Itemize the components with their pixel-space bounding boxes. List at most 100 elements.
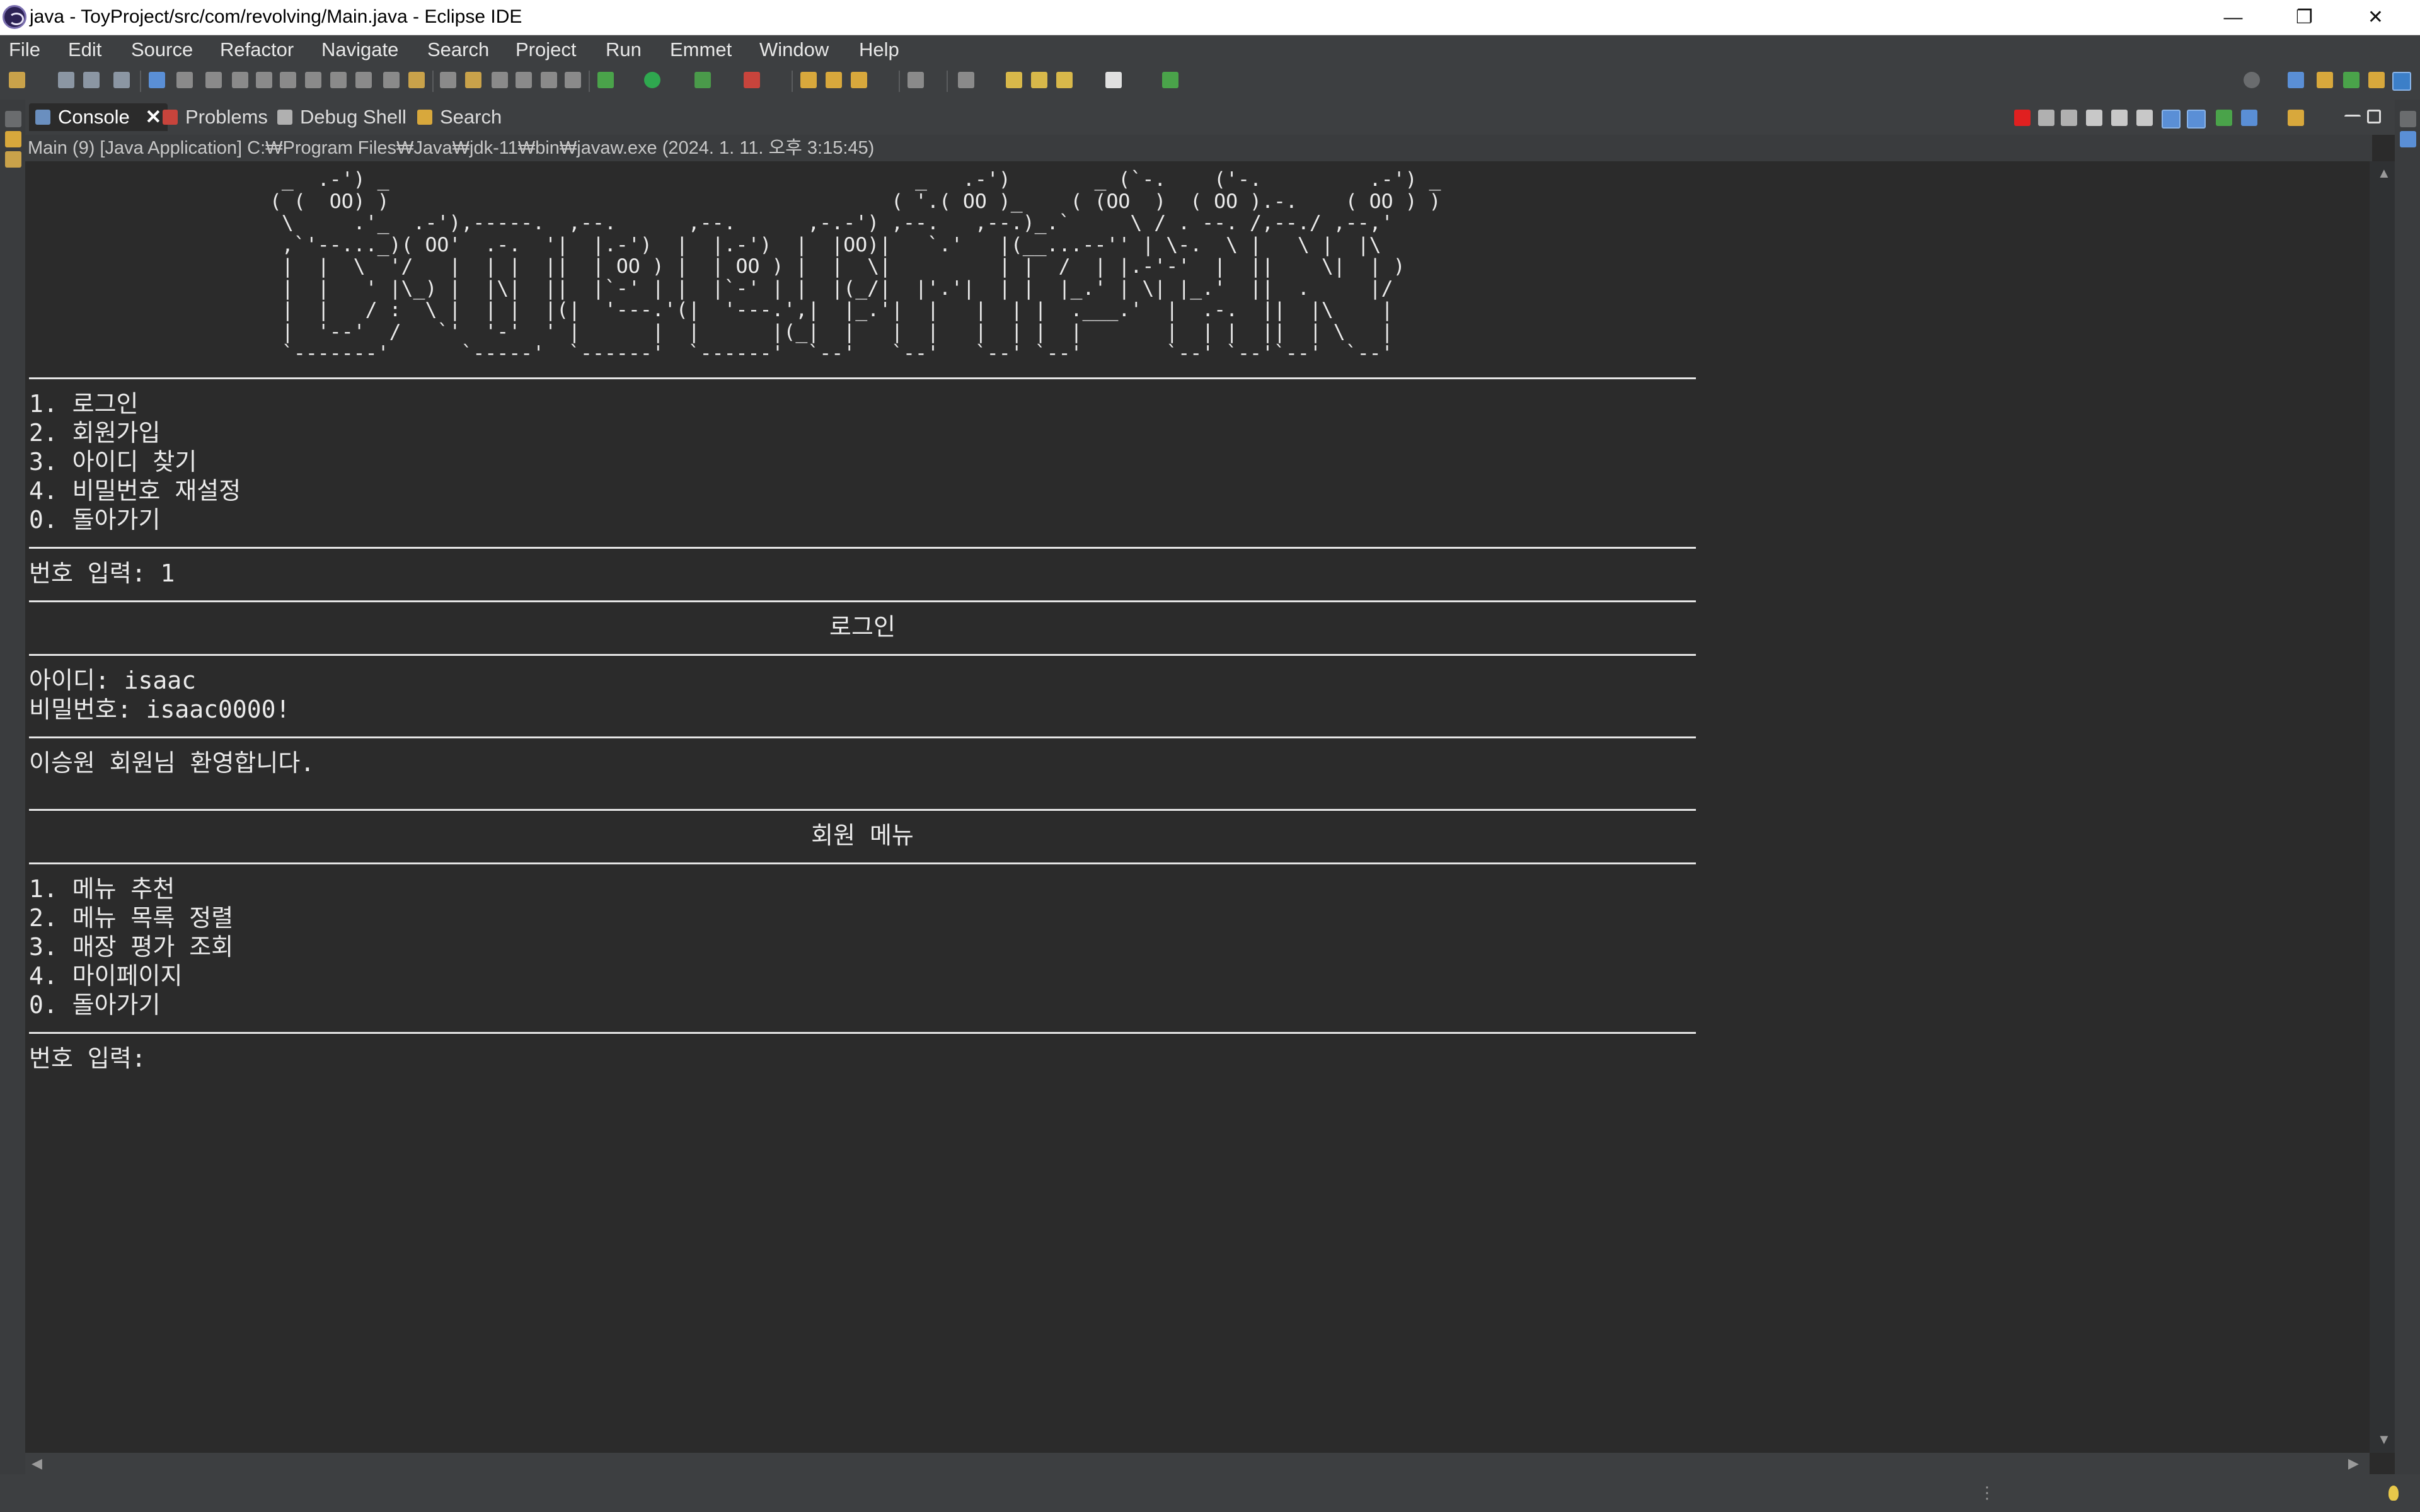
outline-icon[interactable] bbox=[2400, 131, 2416, 147]
search-view-icon bbox=[417, 110, 432, 125]
pin-console-icon[interactable] bbox=[2216, 110, 2232, 126]
menu-edit[interactable]: Edit bbox=[68, 39, 101, 60]
suspend-icon[interactable] bbox=[232, 72, 248, 88]
skip-breakpoints-icon[interactable] bbox=[176, 72, 193, 88]
clear-console-icon[interactable] bbox=[2086, 110, 2102, 126]
restore-button[interactable]: ❐ bbox=[2269, 0, 2340, 35]
java-perspective-icon[interactable] bbox=[2368, 72, 2385, 88]
restore-view-icon[interactable] bbox=[5, 111, 21, 127]
java-ee-perspective-icon[interactable] bbox=[2317, 72, 2333, 88]
open-perspective-icon[interactable] bbox=[2288, 72, 2304, 88]
use-step-filters-icon[interactable] bbox=[408, 72, 425, 88]
console-output[interactable]: _ .-') _ _ .-') _ (`-. ('-. .-') _ ( ( O… bbox=[25, 161, 2370, 1453]
input-prompt: 번호 입력: bbox=[29, 1044, 146, 1072]
vertical-scrollbar[interactable]: ▲ ▼ bbox=[2370, 161, 2395, 1453]
menu-search[interactable]: Search bbox=[427, 39, 489, 60]
scroll-lock-icon[interactable] bbox=[2111, 110, 2128, 126]
scroll-right-icon[interactable]: ▶ bbox=[2348, 1455, 2359, 1472]
new-java-project-icon[interactable] bbox=[800, 72, 817, 88]
run-icon[interactable] bbox=[644, 72, 660, 88]
toggle-breadcrumb-icon[interactable] bbox=[492, 72, 508, 88]
toolbar-separator bbox=[140, 71, 141, 92]
remove-all-icon[interactable] bbox=[2061, 110, 2077, 126]
forward-icon[interactable] bbox=[1105, 72, 1122, 88]
show-console-on-stdout-icon[interactable] bbox=[2162, 110, 2181, 129]
menu-emmet[interactable]: Emmet bbox=[670, 39, 732, 60]
remove-launch-icon[interactable] bbox=[2038, 110, 2054, 126]
back-icon[interactable] bbox=[1056, 72, 1073, 88]
scroll-left-icon[interactable]: ◀ bbox=[32, 1455, 42, 1472]
save-all-icon[interactable] bbox=[83, 72, 100, 88]
menu-navigate[interactable]: Navigate bbox=[321, 39, 398, 60]
package-explorer-icon[interactable] bbox=[5, 131, 21, 147]
separator-line bbox=[29, 377, 1696, 379]
coverage-icon[interactable] bbox=[694, 72, 711, 88]
menu-refactor[interactable]: Refactor bbox=[220, 39, 294, 60]
print-icon[interactable] bbox=[113, 72, 130, 88]
lightbulb-icon[interactable] bbox=[2388, 1486, 2399, 1501]
resume-icon[interactable] bbox=[205, 72, 222, 88]
main-menu-item: 1. 로그인 bbox=[29, 389, 139, 418]
menu-project[interactable]: Project bbox=[516, 39, 576, 60]
eclipse-app-icon[interactable] bbox=[3, 5, 26, 29]
terminate-icon[interactable] bbox=[2014, 110, 2031, 126]
block-selection-icon[interactable] bbox=[516, 72, 532, 88]
right-trim-bar bbox=[2395, 100, 2420, 1486]
word-wrap-icon[interactable] bbox=[2136, 110, 2153, 126]
maximize-icon[interactable] bbox=[2367, 110, 2381, 123]
toggle-mark-occurrences-icon[interactable] bbox=[440, 72, 456, 88]
show-console-on-stderr-icon[interactable] bbox=[2187, 110, 2206, 129]
horizontal-scrollbar[interactable]: ◀ ▶ bbox=[25, 1453, 2370, 1474]
display-console-icon[interactable] bbox=[2241, 110, 2257, 126]
highlight-icon[interactable] bbox=[465, 72, 481, 88]
open-task-icon[interactable] bbox=[908, 72, 924, 88]
open-perspective-icon[interactable] bbox=[1162, 72, 1178, 88]
active-perspective-icon[interactable] bbox=[2392, 72, 2411, 91]
next-annotation-icon[interactable] bbox=[958, 72, 974, 88]
type-hierarchy-icon[interactable] bbox=[5, 151, 21, 168]
menu-help[interactable]: Help bbox=[859, 39, 899, 60]
step-over-icon[interactable] bbox=[330, 72, 347, 88]
open-console-icon[interactable] bbox=[2288, 110, 2304, 126]
close-window-button[interactable]: ✕ bbox=[2340, 0, 2411, 35]
new-class-icon[interactable] bbox=[851, 72, 867, 88]
previous-edit-location-icon[interactable] bbox=[1006, 72, 1022, 88]
show-whitespace-icon[interactable] bbox=[565, 72, 581, 88]
drop-to-frame-icon[interactable] bbox=[383, 72, 400, 88]
separator-line bbox=[29, 862, 1696, 864]
login-header: 로그인 bbox=[829, 612, 896, 641]
debug-icon[interactable] bbox=[597, 72, 614, 88]
toolbar-separator bbox=[792, 71, 793, 92]
disconnect-icon[interactable] bbox=[280, 72, 296, 88]
tab-search[interactable]: Search bbox=[411, 103, 508, 131]
scroll-up-icon[interactable]: ▲ bbox=[2377, 165, 2391, 181]
menu-source[interactable]: Source bbox=[131, 39, 193, 60]
member-menu-item: 3. 매장 평가 조회 bbox=[29, 932, 234, 961]
input-prompt: 번호 입력: 1 bbox=[29, 559, 175, 587]
open-type-icon[interactable] bbox=[149, 72, 165, 88]
tab-debug-shell[interactable]: Debug Shell bbox=[271, 103, 413, 131]
minimize-button[interactable]: — bbox=[2198, 0, 2269, 35]
step-return-icon[interactable] bbox=[355, 72, 372, 88]
new-package-icon[interactable] bbox=[826, 72, 842, 88]
tab-problems[interactable]: Problems bbox=[156, 103, 274, 131]
external-tools-icon[interactable] bbox=[744, 72, 760, 88]
main-menu-item: 3. 아이디 찾기 bbox=[29, 447, 197, 476]
step-into-icon[interactable] bbox=[305, 72, 321, 88]
restore-view-icon[interactable] bbox=[2400, 111, 2416, 127]
menu-file[interactable]: File bbox=[9, 39, 40, 60]
last-edit-location-icon[interactable] bbox=[1031, 72, 1047, 88]
status-bar: ⋮ bbox=[0, 1474, 2420, 1512]
menu-window[interactable]: Window bbox=[759, 39, 829, 60]
minimize-icon[interactable] bbox=[2344, 115, 2361, 120]
stop-icon[interactable] bbox=[256, 72, 272, 88]
left-trim-bar bbox=[0, 100, 25, 1486]
save-icon[interactable] bbox=[58, 72, 74, 88]
new-icon[interactable] bbox=[9, 72, 25, 88]
scroll-down-icon[interactable]: ▼ bbox=[2377, 1431, 2391, 1448]
menu-run[interactable]: Run bbox=[606, 39, 642, 60]
debug-perspective-icon[interactable] bbox=[2343, 72, 2360, 88]
tab-console[interactable]: Console ✕ bbox=[29, 103, 168, 131]
word-wrap-icon[interactable] bbox=[541, 72, 557, 88]
search-icon[interactable] bbox=[2244, 72, 2260, 88]
